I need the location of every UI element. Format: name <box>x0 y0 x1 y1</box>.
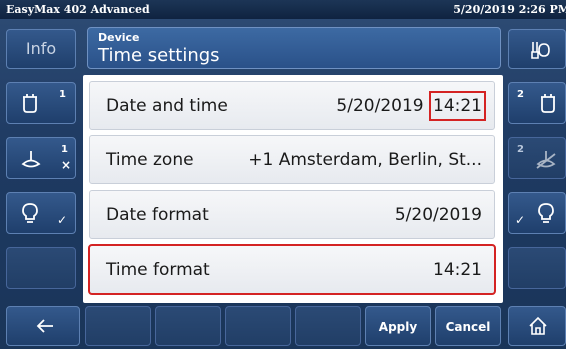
lightbulb-icon <box>537 202 555 224</box>
back-button[interactable] <box>6 306 80 346</box>
setting-value: 5/20/2019 14:21 <box>336 91 486 121</box>
reactor-icon <box>21 92 39 114</box>
setting-value: 14:21 <box>433 260 482 280</box>
left-empty-button <box>6 247 76 289</box>
datetime-display: 5/20/2019 2:26 PM <box>453 3 566 16</box>
footer-empty-button-3 <box>225 306 291 346</box>
reactor-1-button[interactable]: 1 <box>6 82 76 124</box>
info-label: Info <box>25 39 57 58</box>
date-format-row[interactable]: Date format 5/20/2019 <box>89 190 495 239</box>
light-button[interactable]: ✓ <box>6 192 76 234</box>
back-arrow-icon <box>35 316 55 336</box>
title-bar: EasyMax 402 Advanced 5/20/2019 2:26 PM <box>0 0 566 19</box>
time-value: 14:21 <box>433 96 482 116</box>
setting-label: Date and time <box>106 96 228 116</box>
reactor-icon <box>539 92 557 114</box>
section-label: Device <box>98 31 140 44</box>
page-title: Time settings <box>98 45 220 66</box>
footer-empty-button-4 <box>295 306 361 346</box>
footer-empty-button-1 <box>85 306 151 346</box>
reactor-2-badge: 2 <box>517 89 524 100</box>
tools-button[interactable] <box>508 29 566 69</box>
stirrer-off-icon: × <box>61 158 72 172</box>
apply-label: Apply <box>378 320 418 334</box>
setting-value: +1 Amsterdam, Berlin, St... <box>248 150 482 170</box>
reactor-2-button[interactable]: 2 <box>508 82 566 124</box>
home-button[interactable] <box>508 306 566 346</box>
setting-label: Date format <box>106 205 209 225</box>
stirrer-1-button[interactable]: 1 × <box>6 137 76 179</box>
lightbulb-icon <box>21 202 39 224</box>
stirrer-2-badge: 2 <box>517 144 524 155</box>
time-zone-row[interactable]: Time zone +1 Amsterdam, Berlin, St... <box>89 135 495 184</box>
date-and-time-row[interactable]: Date and time 5/20/2019 14:21 <box>89 81 495 130</box>
stirrer-icon <box>18 150 44 170</box>
cancel-label: Cancel <box>445 320 491 334</box>
footer-empty-button-2 <box>155 306 221 346</box>
time-format-row[interactable]: Time format 14:21 <box>88 244 496 295</box>
setting-label: Time format <box>106 260 210 280</box>
stirrer-1-badge: 1 <box>61 144 68 155</box>
time-value-highlight: 14:21 <box>429 91 486 121</box>
tools-icon <box>529 40 551 60</box>
light-2-button[interactable]: ✓ <box>508 192 566 234</box>
reactor-1-badge: 1 <box>59 89 66 100</box>
setting-label: Time zone <box>106 150 194 170</box>
light-check-icon: ✓ <box>57 213 68 227</box>
setting-value: 5/20/2019 <box>394 205 482 225</box>
info-button[interactable]: Info <box>6 29 76 69</box>
settings-panel: Date and time 5/20/2019 14:21 Time zone … <box>83 75 503 303</box>
home-icon <box>528 316 548 336</box>
cancel-button[interactable]: Cancel <box>435 306 501 346</box>
date-value: 5/20/2019 <box>336 96 424 116</box>
right-empty-button <box>508 247 566 289</box>
apply-button[interactable]: Apply <box>365 306 431 346</box>
app-title: EasyMax 402 Advanced <box>6 3 150 16</box>
page-header: Device Time settings <box>87 27 501 69</box>
stirrer-2-button[interactable]: 2 <box>508 137 566 179</box>
light-2-check-icon: ✓ <box>515 213 526 227</box>
stirrer-icon <box>533 150 559 170</box>
